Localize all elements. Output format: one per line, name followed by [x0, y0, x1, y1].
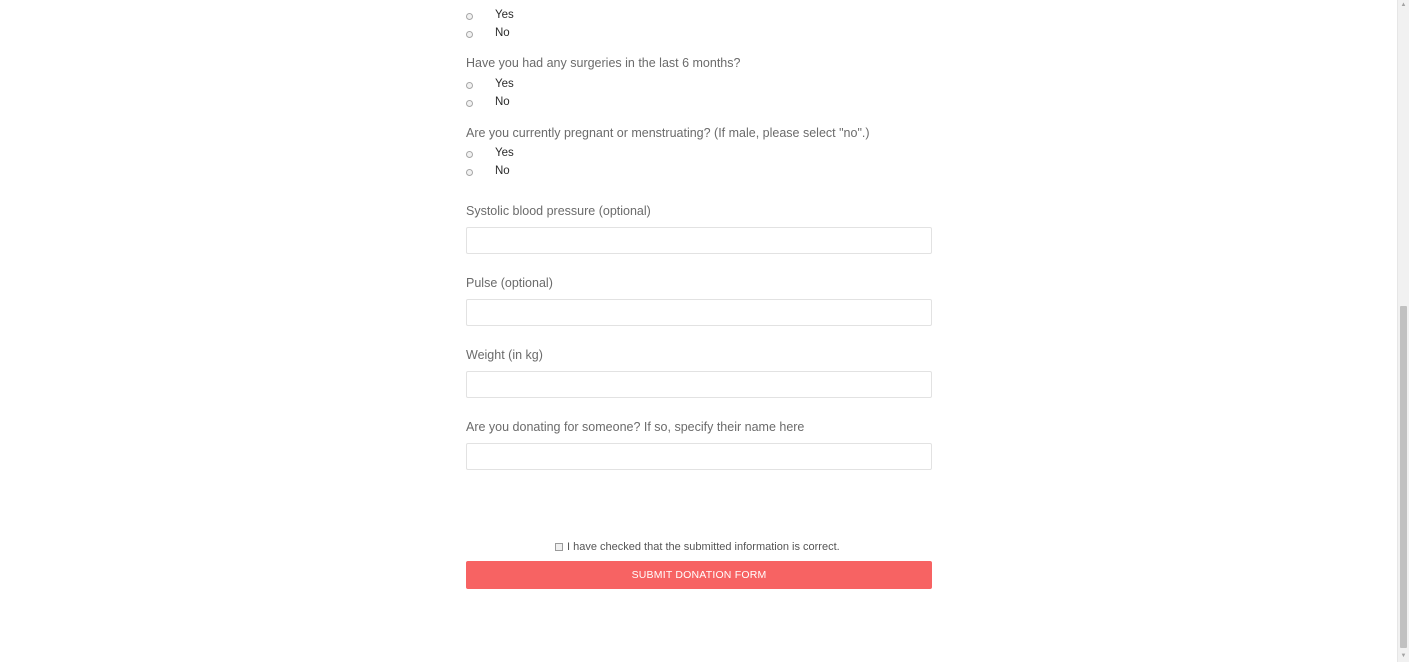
- radio-button[interactable]: [466, 99, 473, 107]
- confirm-checkbox-row[interactable]: I have checked that the submitted inform…: [555, 540, 840, 554]
- submit-donation-button[interactable]: SUBMIT DONATION FORM: [466, 561, 932, 589]
- vertical-scrollbar[interactable]: ▲ ▼: [1397, 0, 1409, 662]
- radio-option-q2-yes[interactable]: Yes: [466, 77, 514, 93]
- radio-button[interactable]: [466, 168, 473, 176]
- donating-for-label: Are you donating for someone? If so, spe…: [466, 420, 805, 434]
- radio-label: No: [495, 165, 510, 177]
- systolic-label: Systolic blood pressure (optional): [466, 204, 651, 218]
- radio-button[interactable]: [466, 81, 473, 89]
- radio-label: Yes: [495, 147, 514, 159]
- pulse-label: Pulse (optional): [466, 276, 553, 290]
- pulse-input[interactable]: [466, 299, 932, 326]
- systolic-input[interactable]: [466, 227, 932, 254]
- confirm-checkbox[interactable]: [555, 543, 563, 551]
- scrollbar-thumb[interactable]: [1400, 306, 1407, 648]
- weight-label: Weight (in kg): [466, 348, 543, 362]
- radio-label: Yes: [495, 9, 514, 21]
- question-pregnant-label: Are you currently pregnant or menstruati…: [466, 126, 870, 140]
- donation-form-page: Yes No Have you had any surgeries in the…: [0, 0, 1409, 662]
- radio-button[interactable]: [466, 30, 473, 38]
- radio-label: Yes: [495, 78, 514, 90]
- radio-label: No: [495, 27, 510, 39]
- radio-button[interactable]: [466, 150, 473, 158]
- radio-option-q3-yes[interactable]: Yes: [466, 146, 514, 162]
- donating-for-input[interactable]: [466, 443, 932, 470]
- radio-button[interactable]: [466, 12, 473, 20]
- radio-option-q1-no[interactable]: No: [466, 26, 510, 42]
- weight-input[interactable]: [466, 371, 932, 398]
- radio-option-q2-no[interactable]: No: [466, 95, 510, 111]
- confirm-checkbox-label: I have checked that the submitted inform…: [567, 541, 840, 553]
- radio-option-q1-yes[interactable]: Yes: [466, 8, 514, 24]
- scroll-up-arrow-icon[interactable]: ▲: [1398, 0, 1409, 10]
- question-surgeries-label: Have you had any surgeries in the last 6…: [466, 56, 741, 70]
- radio-label: No: [495, 96, 510, 108]
- radio-option-q3-no[interactable]: No: [466, 164, 510, 180]
- scroll-down-arrow-icon[interactable]: ▼: [1398, 651, 1409, 661]
